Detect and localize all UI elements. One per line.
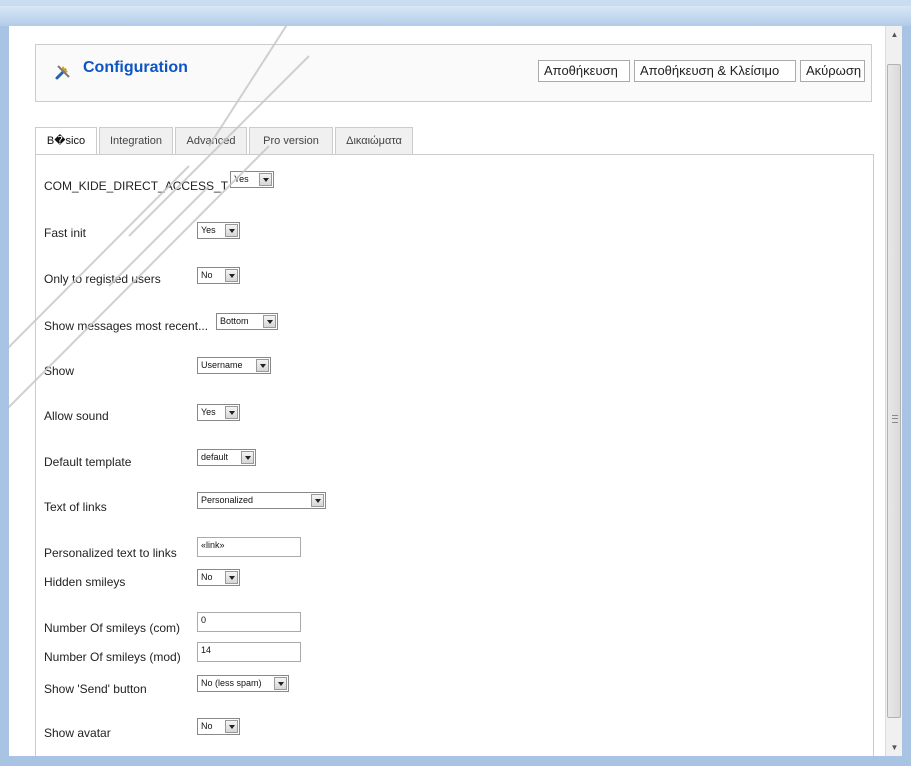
smileys-mod-label: Number Of smileys (mod) (44, 650, 181, 664)
show-select[interactable]: Username (197, 357, 271, 374)
chevron-down-icon (263, 315, 276, 328)
only-registered-label: Only to registed users (44, 272, 161, 286)
chevron-down-icon (311, 494, 324, 507)
chevron-down-icon (225, 269, 238, 282)
window-right-edge (902, 26, 911, 766)
chevron-down-icon (225, 571, 238, 584)
window-top-band (0, 6, 911, 26)
smileys-com-input[interactable]: 0 (197, 612, 301, 632)
default-template-value: default (201, 452, 229, 462)
window-frame: Configuration Αποθήκευση Αποθήκευση & Κλ… (0, 0, 911, 766)
grip-icon (892, 415, 898, 423)
tab-basic[interactable]: B�sico (35, 127, 97, 156)
show-avatar-select[interactable]: No (197, 718, 240, 735)
tools-icon (54, 63, 72, 81)
direct-access-value: Yes (234, 174, 249, 184)
fast-init-select[interactable]: Yes (197, 222, 240, 239)
text-of-links-label: Text of links (44, 500, 107, 514)
tab-integration[interactable]: Integration (99, 127, 173, 155)
chevron-down-icon (225, 224, 238, 237)
config-content: Configuration Αποθήκευση Αποθήκευση & Κλ… (9, 26, 885, 756)
hidden-smileys-value: No (201, 572, 213, 582)
show-messages-label: Show messages most recent... (44, 319, 209, 333)
allow-sound-label: Allow sound (44, 409, 109, 423)
chevron-down-icon (241, 451, 254, 464)
chevron-down-icon (256, 359, 269, 372)
show-avatar-label: Show avatar (44, 726, 111, 740)
allow-sound-value: Yes (201, 407, 216, 417)
personalized-text-input[interactable]: «link» (197, 537, 301, 557)
cancel-button[interactable]: Ακύρωση (800, 60, 865, 82)
scroll-thumb[interactable] (887, 64, 901, 718)
default-template-label: Default template (44, 455, 132, 469)
show-value: Username (201, 360, 243, 370)
send-button-select[interactable]: No (less spam) (197, 675, 289, 692)
save-close-button[interactable]: Αποθήκευση & Κλείσιμο (634, 60, 796, 82)
save-button[interactable]: Αποθήκευση (538, 60, 630, 82)
tab-permissions[interactable]: Δικαιώματα (335, 127, 413, 155)
text-of-links-select[interactable]: Personalized (197, 492, 326, 509)
direct-access-select[interactable]: Yes (230, 171, 274, 188)
hidden-smileys-select[interactable]: No (197, 569, 240, 586)
show-label: Show (44, 364, 75, 378)
chevron-down-icon (274, 677, 287, 690)
text-of-links-value: Personalized (201, 495, 254, 505)
smileys-mod-input[interactable]: 14 (197, 642, 301, 662)
only-registered-value: No (201, 270, 213, 280)
show-messages-select[interactable]: Bottom (216, 313, 278, 330)
tab-panel-basic (35, 154, 874, 756)
chevron-down-icon (259, 173, 272, 186)
scroll-up-icon[interactable]: ▲ (886, 26, 903, 43)
show-messages-value: Bottom (220, 316, 249, 326)
allow-sound-select[interactable]: Yes (197, 404, 240, 421)
toolbar: Configuration Αποθήκευση Αποθήκευση & Κλ… (35, 44, 872, 102)
chevron-down-icon (225, 720, 238, 733)
page-title: Configuration (83, 59, 188, 76)
send-button-value: No (less spam) (201, 678, 262, 688)
smileys-com-label: Number Of smileys (com) (44, 621, 181, 635)
fast-init-label: Fast init (44, 226, 87, 240)
send-button-label: Show 'Send' button (44, 682, 147, 696)
direct-access-label: COM_KIDE_DIRECT_ACCESS_T (44, 179, 229, 193)
chevron-down-icon (225, 406, 238, 419)
personalized-text-label: Personalized text to links (44, 546, 177, 560)
show-avatar-value: No (201, 721, 213, 731)
hidden-smileys-label: Hidden smileys (44, 575, 126, 589)
default-template-select[interactable]: default (197, 449, 256, 466)
tab-advanced[interactable]: Advanced (175, 127, 247, 155)
vertical-scrollbar[interactable]: ▲ ▼ (885, 26, 903, 756)
scroll-down-icon[interactable]: ▼ (886, 739, 903, 756)
tab-pro-version[interactable]: Pro version (249, 127, 333, 155)
fast-init-value: Yes (201, 225, 216, 235)
only-registered-select[interactable]: No (197, 267, 240, 284)
window-bottom-edge (0, 756, 911, 766)
